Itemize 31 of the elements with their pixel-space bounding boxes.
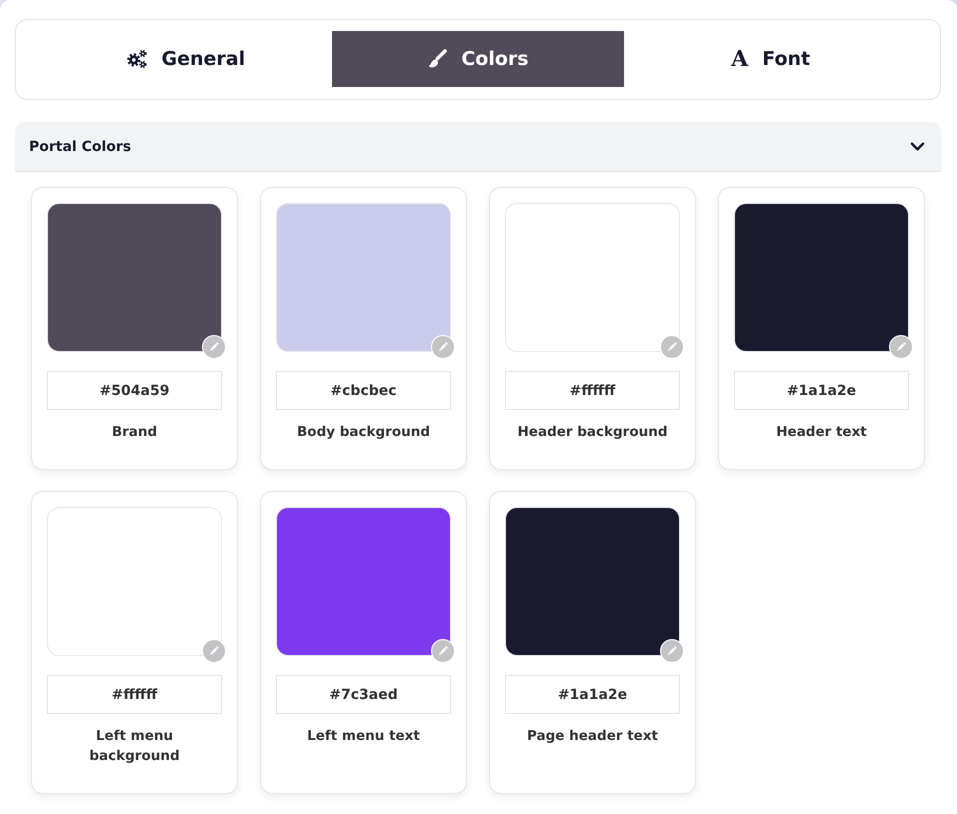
pencil-icon xyxy=(436,644,450,658)
pencil-icon xyxy=(436,340,450,354)
tab[interactable]: Colors xyxy=(332,31,624,87)
color-label: Page header text xyxy=(526,727,659,746)
hex-input[interactable]: #1a1a2e xyxy=(734,371,909,410)
hex-input[interactable]: #7c3aed xyxy=(276,675,451,714)
pencil-icon xyxy=(207,340,221,354)
hex-input[interactable]: #504a59 xyxy=(47,371,222,410)
pencil-icon xyxy=(665,644,679,658)
hex-input[interactable]: #ffffff xyxy=(47,675,222,714)
edit-button[interactable] xyxy=(202,335,226,359)
pencil-icon xyxy=(207,644,221,658)
pencil-icon xyxy=(894,340,908,354)
font-icon: A xyxy=(731,48,748,70)
edit-button[interactable] xyxy=(889,335,913,359)
hex-input[interactable]: #ffffff xyxy=(505,371,680,410)
paintbrush-icon xyxy=(427,49,448,69)
hex-input[interactable]: #1a1a2e xyxy=(505,675,680,714)
color-label: Header text xyxy=(775,423,868,442)
accordion-header[interactable]: Portal Colors xyxy=(15,122,941,172)
tab[interactable]: A Font xyxy=(624,31,917,87)
edit-button[interactable] xyxy=(660,639,684,663)
color-label: Left menu text xyxy=(306,727,421,746)
color-label: Header background xyxy=(516,423,668,442)
color-label: Brand xyxy=(110,423,158,442)
color-label: Left menu background xyxy=(88,727,181,766)
pencil-icon xyxy=(665,340,679,354)
color-label: Body background xyxy=(296,423,431,442)
gears-icon xyxy=(126,49,148,69)
hex-input[interactable]: #cbcbec xyxy=(276,371,451,410)
tab[interactable]: General xyxy=(39,31,332,87)
